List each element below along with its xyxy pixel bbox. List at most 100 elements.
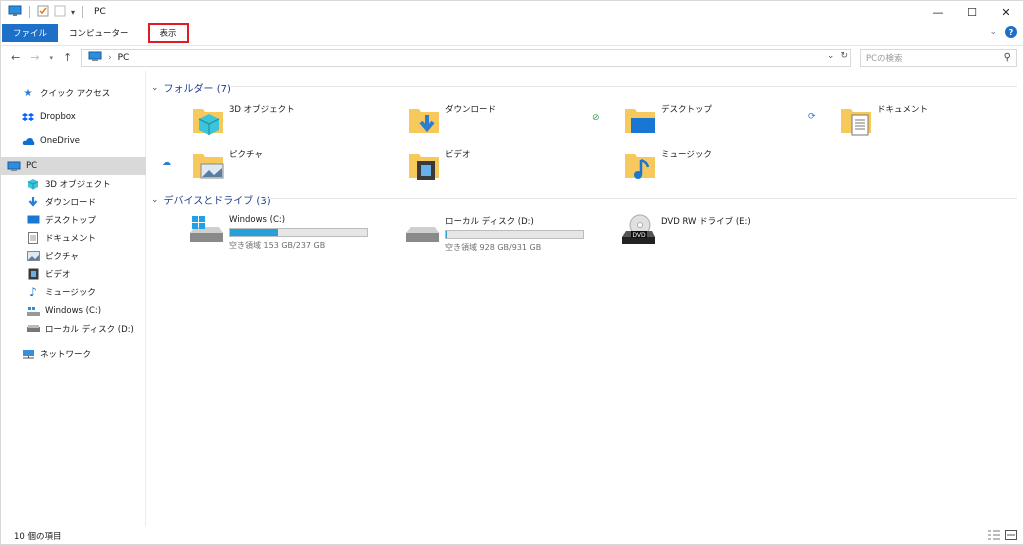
folder-label: ピクチャ (229, 150, 263, 160)
pictures-icon (193, 154, 224, 179)
address-row: ← → ▾ ↑ › PC ⌄ ↻ PCの検索 ⚲ (1, 45, 1023, 69)
sidebar-item-label: ローカル ディスク (D:) (45, 325, 134, 335)
capacity-bar (445, 230, 584, 239)
folder-music[interactable]: ミュージック (623, 148, 712, 182)
sidebar-item-onedrive[interactable]: OneDrive (1, 132, 146, 150)
group-header-devices[interactable]: ⌄ デバイスとドライブ (3) (151, 192, 271, 208)
folder-pictures[interactable]: ピクチャ (191, 148, 263, 182)
sidebar-item-pc[interactable]: PC (1, 157, 146, 175)
forward-button[interactable]: → (30, 51, 39, 64)
svg-text:DVD: DVD (632, 232, 646, 239)
video-icon (26, 268, 40, 280)
up-button[interactable]: ↑ (63, 51, 72, 64)
music-icon (625, 154, 655, 179)
3d-objects-icon (26, 178, 40, 190)
pictures-icon (26, 250, 40, 262)
pc-icon[interactable] (8, 5, 22, 20)
pc-icon (7, 160, 21, 172)
cloud-status-icon: ☁ (162, 158, 171, 168)
sidebar-item-documents[interactable]: ドキュメント (1, 229, 146, 247)
sidebar-item-windows-c[interactable]: Windows (C:) (1, 302, 146, 320)
search-icon[interactable]: ⚲ (1004, 52, 1011, 63)
large-icons-view-icon[interactable] (1005, 530, 1017, 543)
close-button[interactable]: ✕ (989, 1, 1023, 23)
network-icon (21, 348, 35, 360)
sidebar-item-3d-objects[interactable]: 3D オブジェクト (1, 175, 146, 193)
dvd-drive-icon: DVD (622, 214, 655, 244)
group-title: フォルダー (7) (163, 84, 231, 95)
synced-check-icon: ⊘ (592, 113, 600, 123)
star-icon: ★ (23, 87, 33, 99)
content-pane: ⌄ フォルダー (7) 3D オブジェクト ダウンロード ⊘ デスクトップ ⟳ … (147, 71, 1023, 526)
cloud-icon (21, 135, 35, 147)
sidebar-item-label: ピクチャ (45, 252, 79, 262)
properties-icon[interactable] (37, 5, 49, 20)
drive-dvd-e[interactable]: DVD DVD RW ドライブ (E:) (619, 213, 751, 247)
documents-icon (26, 232, 40, 244)
sidebar-item-label: ビデオ (45, 270, 71, 280)
title-bar: ▾ PC — ☐ ✕ (1, 1, 1023, 23)
sync-icon: ⟳ (808, 112, 816, 122)
drive-local-disk-d[interactable]: ローカル ディスク (D:) 空き領域 928 GB/931 GB (403, 213, 584, 253)
tab-file[interactable]: ファイル (2, 24, 59, 42)
free-space-text: 空き領域 928 GB/931 GB (445, 243, 542, 252)
maximize-button[interactable]: ☐ (955, 1, 989, 23)
pc-icon (88, 51, 102, 65)
folder-label: デスクトップ (661, 105, 713, 115)
chevron-right-icon[interactable]: › (108, 53, 112, 63)
sidebar-item-label: Windows (C:) (45, 306, 102, 316)
back-button[interactable]: ← (11, 51, 20, 64)
new-folder-icon[interactable] (54, 5, 66, 20)
drive-icon (26, 323, 40, 335)
sidebar-item-pictures[interactable]: ピクチャ (1, 247, 146, 265)
folder-label: ミュージック (661, 150, 712, 160)
sidebar-item-dropbox[interactable]: Dropbox (1, 108, 146, 126)
sidebar-item-videos[interactable]: ビデオ (1, 265, 146, 283)
folder-videos[interactable]: ビデオ (407, 148, 471, 182)
sidebar-item-downloads[interactable]: ダウンロード (1, 193, 146, 211)
dropbox-icon (21, 111, 35, 123)
address-dropdown-icon[interactable]: ⌄ (827, 51, 835, 61)
address-bar[interactable]: › PC ⌄ ↻ (81, 49, 851, 67)
folder-desktop[interactable]: デスクトップ (623, 103, 712, 137)
drive-icon (406, 227, 439, 242)
expand-ribbon-icon[interactable]: ⌄ (989, 27, 997, 37)
breadcrumb[interactable]: PC (118, 53, 130, 63)
free-space-text: 空き領域 153 GB/237 GB (229, 241, 326, 250)
folder-label: 3D オブジェクト (229, 105, 295, 115)
help-icon[interactable]: ? (1005, 26, 1017, 38)
sidebar-item-label: Dropbox (40, 112, 76, 122)
sidebar-item-local-disk-d[interactable]: ローカル ディスク (D:) (1, 320, 146, 338)
sidebar-item-label: ドキュメント (45, 234, 97, 244)
desktop-icon (625, 109, 655, 133)
sidebar-item-music[interactable]: ♪ ミュージック (1, 283, 146, 301)
drive-windows-c[interactable]: Windows (C:) 空き領域 153 GB/237 GB (187, 213, 368, 251)
customize-toolbar-icon[interactable]: ▾ (71, 8, 75, 17)
explorer-window: ▾ PC — ☐ ✕ ファイル コンピューター 表示 ⌄ ? ← → ▾ ↑ ›… (0, 0, 1024, 545)
capacity-fill (230, 229, 279, 236)
sidebar-item-label: OneDrive (40, 136, 80, 146)
tab-computer[interactable]: コンピューター (58, 24, 140, 42)
refresh-icon[interactable]: ↻ (840, 51, 848, 61)
recent-locations-icon[interactable]: ▾ (49, 54, 53, 62)
group-header-folders[interactable]: ⌄ フォルダー (7) (151, 80, 231, 96)
folder-documents[interactable]: ドキュメント (839, 103, 928, 137)
sidebar-item-network[interactable]: ネットワーク (1, 345, 146, 363)
details-view-icon[interactable] (988, 530, 1000, 543)
sidebar-item-label: PC (26, 161, 38, 171)
sidebar-item-label: ダウンロード (45, 198, 97, 208)
chevron-down-icon[interactable]: ⌄ (151, 195, 159, 205)
folder-3d-objects[interactable]: 3D オブジェクト (191, 103, 295, 137)
folder-label: ドキュメント (877, 105, 929, 115)
ribbon-tabs: ファイル コンピューター 表示 ⌄ ? (1, 23, 1023, 43)
chevron-down-icon[interactable]: ⌄ (151, 83, 159, 93)
minimize-button[interactable]: — (921, 1, 955, 23)
sidebar-item-quick-access[interactable]: ★ クイック アクセス (1, 84, 146, 102)
video-icon (409, 154, 439, 180)
search-input[interactable]: PCの検索 ⚲ (860, 49, 1017, 67)
documents-icon (841, 109, 871, 136)
folder-downloads[interactable]: ダウンロード (407, 103, 496, 137)
sidebar-item-desktop[interactable]: デスクトップ (1, 211, 146, 229)
window-title: PC (94, 7, 106, 17)
tab-view[interactable]: 表示 (147, 23, 189, 43)
